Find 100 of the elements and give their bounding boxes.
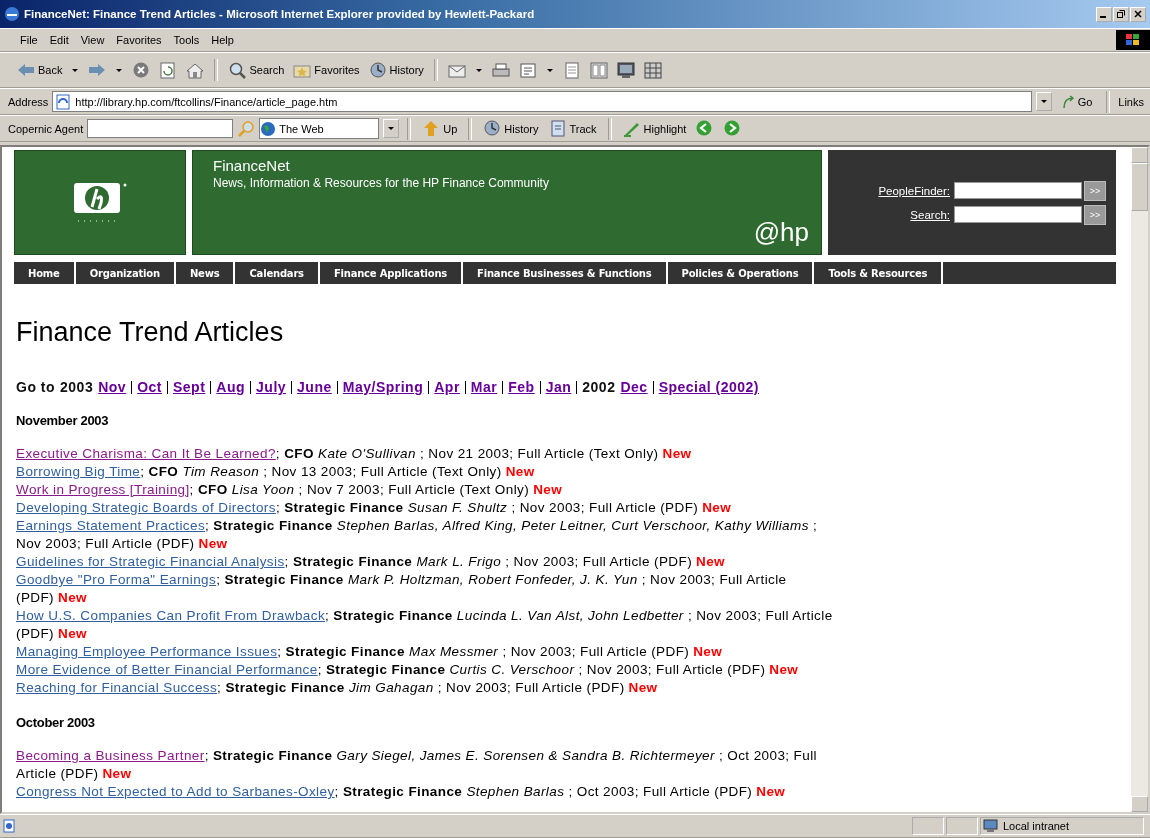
address-field[interactable]: http://library.hp.com/ftcollins/Finance/article_page.htm <box>52 91 1032 112</box>
go-button[interactable]: Go <box>1055 94 1099 109</box>
caret-icon[interactable] <box>546 68 553 72</box>
article-link[interactable]: Congress Not Expected to Add to Sarbanes-Oxley <box>16 784 335 799</box>
toolbar-button[interactable]: History <box>365 59 427 81</box>
scroll-up-button[interactable] <box>1131 147 1148 163</box>
back-arrow-icon <box>17 61 35 79</box>
nav-item[interactable]: Finance Applications <box>319 262 464 284</box>
site-name: FinanceNet <box>213 157 291 174</box>
edit-icon <box>518 61 537 79</box>
caret-icon[interactable] <box>116 68 123 72</box>
menu-item[interactable]: View <box>80 34 105 46</box>
month-link[interactable]: Feb <box>508 379 535 395</box>
month-link[interactable]: Apr <box>434 379 460 395</box>
nav-item[interactable]: Policies & Operations <box>667 262 815 284</box>
history-icon <box>368 61 387 79</box>
article-link[interactable]: More Evidence of Better Financial Performance <box>16 662 318 677</box>
close-button[interactable] <box>1130 6 1146 22</box>
restore-icon <box>1117 10 1125 18</box>
article-link[interactable]: Borrowing Big Time <box>16 464 141 479</box>
search-field[interactable] <box>954 206 1082 223</box>
nav-item[interactable]: Tools & Resources <box>814 262 944 284</box>
month-link[interactable]: July <box>256 379 287 395</box>
brand-text: @hp <box>753 217 809 248</box>
menu-item[interactable]: Tools <box>173 34 200 46</box>
month-link[interactable]: Nov <box>98 379 127 395</box>
article-link[interactable]: Developing Strategic Boards of Directors <box>16 500 276 515</box>
search-field[interactable] <box>87 119 234 138</box>
article-link[interactable]: Guidelines for Strategic Financial Analysis <box>16 554 285 569</box>
article-entry: More Evidence of Better Financial Performance; Strategic Finance Curtis C. Verschoor ; Nov 2003; Full Article (PDF) New <box>16 661 800 679</box>
toolbar-button[interactable]: Favorites <box>290 59 363 81</box>
menu-item[interactable]: Favorites <box>116 34 162 46</box>
toolbar-button[interactable]: Back <box>14 59 66 81</box>
article-link[interactable]: Becoming a Business Partner <box>16 748 205 763</box>
search-link[interactable]: Search: <box>910 208 950 221</box>
search-icon <box>228 61 247 79</box>
nav-item[interactable]: News <box>175 262 236 284</box>
article-entry: Earnings Statement Practices; Strategic Finance Stephen Barlas, Alfred King, Peter Leitner, Curt Verschoor, Kathy Williams ; Nov 2003; Full Article (PDF) New <box>16 517 819 553</box>
dropdown-button[interactable] <box>383 119 400 138</box>
month-link[interactable]: Jan <box>545 379 572 395</box>
toolbar-button[interactable]: Search <box>225 59 288 81</box>
article-entry: Developing Strategic Boards of Directors; Strategic Finance Susan F. Shultz ; Nov 2003; Full Article (PDF) New <box>16 499 733 517</box>
month-link[interactable]: Aug <box>216 379 246 395</box>
nav-item[interactable]: Calendars <box>235 262 320 284</box>
month-link[interactable]: Dec <box>620 379 648 395</box>
tagline: News, Information & Resources for the HP Finance Community <box>213 176 550 190</box>
globe-icon <box>260 120 277 137</box>
page-icon <box>2 819 16 833</box>
section-title: October 2003 <box>16 715 96 730</box>
article-entry: Borrowing Big Time; CFO Tim Reason ; Nov 13 2003; Full Article (Text Only) New <box>16 463 536 481</box>
month-link[interactable]: Mar <box>470 379 498 395</box>
caret-icon[interactable] <box>475 68 482 72</box>
page-icon <box>562 61 581 79</box>
history-icon <box>483 120 502 137</box>
toolbar-button[interactable]: Track <box>545 118 600 139</box>
caret-icon[interactable] <box>72 68 79 72</box>
highlighter-icon <box>622 120 641 137</box>
grid-icon <box>643 61 662 79</box>
nav-item[interactable]: Home <box>14 262 76 284</box>
address-label: Address <box>8 95 49 108</box>
minimize-button[interactable] <box>1096 6 1112 22</box>
article-entry: Guidelines for Strategic Financial Analysis; Strategic Finance Mark L. Frigo ; Nov 2003; Full Article (PDF) New <box>16 553 727 571</box>
toolbar-button[interactable]: Up <box>419 118 461 139</box>
month-link[interactable]: Special (2002) <box>658 379 759 395</box>
links-label[interactable]: Links <box>1118 95 1144 108</box>
track-icon <box>548 120 567 137</box>
article-entry: Becoming a Business Partner; Strategic Finance Gary Siegel, James E. Sorensen & Sandra B. Richtermeyer ; Oct 2003; Full Article (PDF) New <box>16 747 818 783</box>
goto-label: Go to <box>16 379 56 395</box>
restore-button[interactable] <box>1113 6 1129 22</box>
computer-icon <box>983 819 999 833</box>
search-link[interactable]: PeopleFinder: <box>878 184 950 197</box>
dropdown-button[interactable] <box>1035 92 1052 111</box>
nav-item[interactable]: Finance Businesses & Functions <box>463 262 668 284</box>
scope-dropdown[interactable]: The Web <box>259 118 380 139</box>
month-link[interactable]: Sept <box>173 379 206 395</box>
forward-arrow-icon <box>88 61 107 79</box>
panel-icon <box>589 61 608 79</box>
month-link[interactable]: Oct <box>137 379 162 395</box>
page-icon <box>55 93 72 110</box>
article-entry: Managing Employee Performance Issues; Strategic Finance Max Messmer ; Nov 2003; Full Article (PDF) New <box>16 643 724 661</box>
search-field[interactable] <box>954 182 1082 199</box>
nav-item[interactable]: Organization <box>75 262 176 284</box>
article-link[interactable]: Work in Progress [Training] <box>16 482 190 497</box>
scroll-down-button[interactable] <box>1131 796 1148 812</box>
month-link[interactable]: May/Spring <box>342 379 424 395</box>
security-zone: Local intranet <box>980 817 1144 835</box>
toolbar-button[interactable]: History <box>480 118 542 139</box>
go-arrow-icon <box>1061 94 1076 109</box>
browser-icon <box>4 6 20 22</box>
printer-icon <box>491 61 510 79</box>
scrollbar[interactable] <box>1131 147 1148 812</box>
toolbar-button[interactable]: Highlight <box>619 118 690 139</box>
menu-item[interactable]: Help <box>211 34 234 46</box>
month-link[interactable]: June <box>297 379 332 395</box>
article-link[interactable]: Executive Charisma: Can It Be Learned? <box>16 446 276 461</box>
menu-item[interactable]: File <box>20 34 38 46</box>
article-entry: Congress Not Expected to Add to Sarbanes-Oxley; Strategic Finance Stephen Barlas ; Oct 2003; Full Article (PDF) New <box>16 783 787 801</box>
menu-item[interactable]: Edit <box>49 34 69 46</box>
window-title: FinanceNet: Finance Trend Articles - Microsoft Internet Explorer provided by Hewlett-Packard <box>24 8 536 20</box>
scroll-thumb[interactable] <box>1131 163 1148 211</box>
